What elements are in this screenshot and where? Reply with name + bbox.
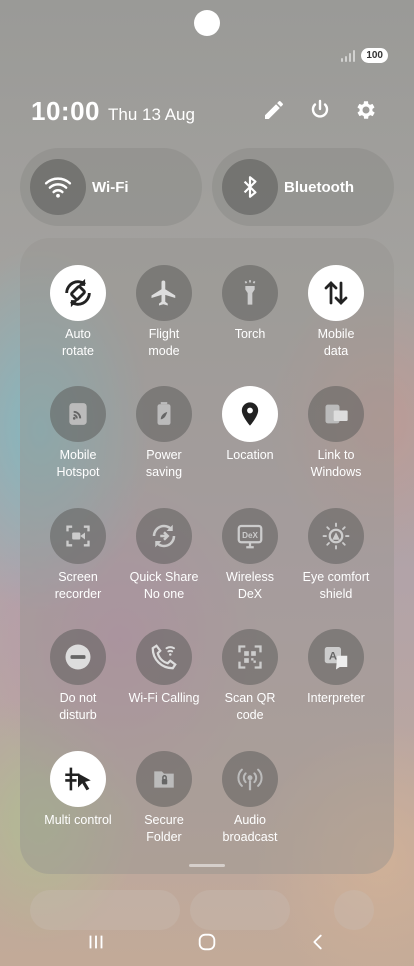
tile-label: Link to Windows (310, 448, 362, 479)
tile-label: Secure Folder (144, 813, 184, 844)
tile-audio-broadcast[interactable]: Audio broadcast (205, 751, 295, 846)
tile-label: Interpreter (307, 691, 365, 705)
wifi-label: Wi-Fi (92, 178, 129, 196)
multi-control-icon (50, 751, 106, 807)
tile-mobile-hotspot[interactable]: Mobile Hotspot (33, 386, 123, 481)
location-pin-icon (222, 386, 278, 442)
do-not-disturb-icon (50, 629, 106, 685)
clock-header: 10:00 Thu 13 Aug (31, 96, 195, 127)
tile-label: Auto rotate (62, 327, 94, 358)
eye-comfort-icon (308, 508, 364, 564)
svg-text:DeX: DeX (242, 531, 258, 540)
wifi-icon (30, 159, 86, 215)
tile-label: Mobile data (317, 327, 355, 358)
tile-label: Quick Share No one (129, 570, 199, 601)
battery-leaf-icon (136, 386, 192, 442)
bluetooth-icon (222, 159, 278, 215)
home-icon[interactable] (192, 927, 222, 957)
recents-icon[interactable] (81, 927, 111, 957)
airplane-icon (136, 265, 192, 321)
front-camera (194, 10, 220, 36)
tile-label: Location (226, 448, 274, 462)
svg-text:A: A (329, 651, 337, 663)
tile-label: Eye comfort shield (302, 570, 370, 601)
panel-drag-handle[interactable] (189, 864, 225, 867)
tile-screen-recorder[interactable]: Screen recorder (33, 508, 123, 603)
tile-auto-rotate[interactable]: Auto rotate (33, 265, 123, 360)
status-bar: 100 (341, 48, 388, 63)
tile-label: Audio broadcast (222, 813, 278, 844)
tile-power-saving[interactable]: Power saving (119, 386, 209, 481)
edit-icon[interactable] (262, 98, 286, 122)
tile-label: Do not disturb (59, 691, 97, 722)
tile-interpreter[interactable]: A Interpreter (291, 629, 381, 707)
auto-rotate-icon (50, 265, 106, 321)
wifi-calling-icon (136, 629, 192, 685)
audio-broadcast-icon (222, 751, 278, 807)
tile-label: Wi-Fi Calling (128, 691, 200, 705)
wifi-tile[interactable]: Wi-Fi (20, 148, 202, 226)
clock-date[interactable]: Thu 13 Aug (108, 105, 195, 125)
torch-icon (222, 265, 278, 321)
power-icon[interactable] (308, 98, 332, 122)
tile-label: Screen recorder (54, 570, 102, 601)
hotspot-icon (50, 386, 106, 442)
tile-mobile-data[interactable]: Mobile data (291, 265, 381, 360)
settings-icon[interactable] (354, 98, 378, 122)
clock-time[interactable]: 10:00 (31, 96, 100, 127)
quick-share-icon (136, 508, 192, 564)
tile-label: Scan QR code (224, 691, 276, 722)
tile-secure-folder[interactable]: Secure Folder (119, 751, 209, 846)
tile-wifi-calling[interactable]: Wi-Fi Calling (119, 629, 209, 707)
tile-label: Wireless DeX (226, 570, 274, 601)
interpreter-icon: A (308, 629, 364, 685)
tile-link-to-windows[interactable]: Link to Windows (291, 386, 381, 481)
bluetooth-label: Bluetooth (284, 178, 354, 196)
tile-label: Power saving (145, 448, 183, 479)
signal-icon (341, 49, 356, 62)
tile-label: Torch (234, 327, 266, 341)
tile-torch[interactable]: Torch (205, 265, 295, 343)
link-to-windows-icon (308, 386, 364, 442)
tile-location[interactable]: Location (205, 386, 295, 464)
qr-scan-icon (222, 629, 278, 685)
tile-label: Mobile Hotspot (56, 448, 100, 479)
tile-multi-control[interactable]: Multi control (33, 751, 123, 829)
dex-icon: DeX (222, 508, 278, 564)
tile-label: Multi control (44, 813, 112, 827)
navigation-bar (0, 918, 414, 966)
tile-wireless-dex[interactable]: DeX Wireless DeX (205, 508, 295, 603)
secure-folder-icon (136, 751, 192, 807)
tile-scan-qr-code[interactable]: Scan QR code (205, 629, 295, 724)
tile-label: Flight mode (148, 327, 180, 358)
tile-eye-comfort-shield[interactable]: Eye comfort shield (291, 508, 381, 603)
tile-quick-share[interactable]: Quick Share No one (119, 508, 209, 603)
battery-indicator: 100 (361, 48, 388, 63)
back-icon[interactable] (303, 927, 333, 957)
mobile-data-icon (308, 265, 364, 321)
tile-flight-mode[interactable]: Flight mode (119, 265, 209, 360)
bluetooth-tile[interactable]: Bluetooth (212, 148, 394, 226)
screen-recorder-icon (50, 508, 106, 564)
tile-do-not-disturb[interactable]: Do not disturb (33, 629, 123, 724)
